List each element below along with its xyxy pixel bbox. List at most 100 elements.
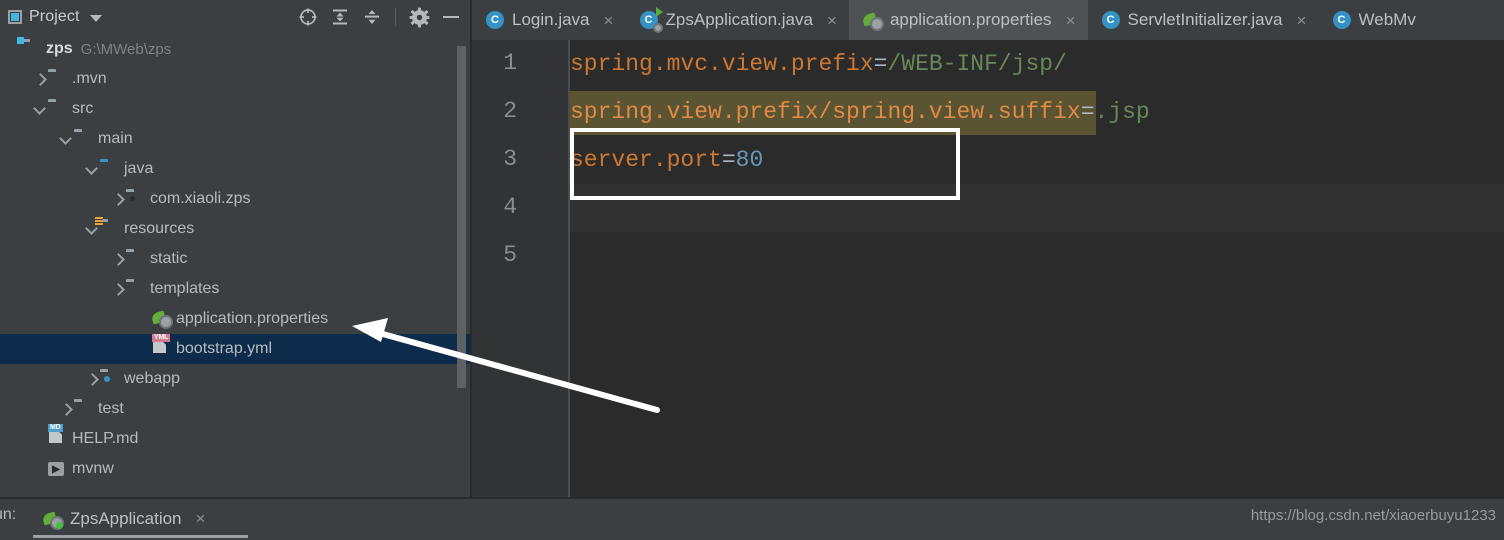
- property-separator: =: [873, 51, 888, 77]
- property-key: spring.mvc.view.prefix: [570, 51, 874, 77]
- md-file-icon: MD: [48, 424, 63, 432]
- expand-all-icon[interactable]: [327, 4, 353, 30]
- tree-row[interactable]: ▶ mvnw: [0, 454, 470, 484]
- project-tool-window: Project zps G:\MWeb\zps .mvn src main ja…: [0, 0, 470, 497]
- close-icon[interactable]: ×: [825, 12, 839, 29]
- run-tab-label: ZpsApplication: [70, 509, 182, 528]
- spring-run-icon: [43, 512, 64, 530]
- tree-row[interactable]: src: [0, 94, 470, 124]
- tree-row[interactable]: .mvn: [0, 64, 470, 94]
- code-line[interactable]: [570, 232, 1504, 280]
- locate-icon[interactable]: [295, 4, 321, 30]
- editor-tab-label: application.properties: [889, 10, 1052, 29]
- chevron-right-icon[interactable]: [58, 394, 74, 424]
- project-toolbar: [295, 0, 464, 34]
- close-icon[interactable]: ×: [1064, 12, 1078, 29]
- chevron-right-icon[interactable]: [84, 364, 100, 394]
- gear-icon[interactable]: [406, 4, 432, 30]
- close-icon[interactable]: ×: [602, 12, 616, 29]
- tree-row-label: java: [124, 160, 154, 177]
- java-class-icon: C: [1332, 11, 1351, 29]
- line-number: 4: [503, 194, 517, 220]
- chevron-right-icon[interactable]: [110, 244, 126, 274]
- project-tab[interactable]: Project: [0, 8, 102, 26]
- tree-row-label: HELP.md: [72, 430, 139, 447]
- code-line[interactable]: [570, 184, 1504, 232]
- editor-tab-label: ServletInitializer.java: [1127, 10, 1283, 29]
- project-tool-window-header: Project: [0, 0, 470, 34]
- tree-row[interactable]: com.xiaoli.zps: [0, 184, 470, 214]
- minimize-icon[interactable]: [438, 4, 464, 30]
- close-icon[interactable]: ×: [1295, 12, 1309, 29]
- project-tree[interactable]: zps G:\MWeb\zps .mvn src main java com.xiaoli.…: [0, 34, 470, 497]
- code-line[interactable]: server.port = 80: [570, 136, 1504, 184]
- run-label: un:: [0, 506, 17, 523]
- line-number: 3: [503, 146, 517, 172]
- close-icon[interactable]: ×: [196, 509, 206, 529]
- editor-tab-label: WebMv: [1358, 10, 1416, 29]
- editor-code[interactable]: spring.mvc.view.prefix =/WEB-INF/jsp/spri…: [570, 40, 1504, 497]
- tree-row-label: .mvn: [72, 70, 107, 87]
- property-key: server.port: [570, 147, 722, 173]
- property-value: 80: [735, 147, 764, 173]
- tree-row[interactable]: MD HELP.md: [0, 424, 470, 454]
- toolbar-divider: [395, 8, 396, 26]
- code-line[interactable]: spring.mvc.view.prefix =/WEB-INF/jsp/: [570, 40, 1504, 88]
- chevron-right-icon[interactable]: [110, 274, 126, 304]
- editor-tab[interactable]: C ZpsApplication.java ×: [626, 0, 849, 40]
- run-configuration-tab[interactable]: ZpsApplication ×: [33, 501, 215, 537]
- tree-row-label: mvnw: [72, 460, 114, 477]
- project-tree-scrollbar[interactable]: [457, 46, 466, 388]
- editor-tab-bar: C Login.java × C ZpsApplication.java × applica…: [472, 0, 1504, 40]
- java-class-icon: C: [1101, 11, 1120, 29]
- watermark-text: https://blog.csdn.net/xiaoerbuyu1233: [1250, 507, 1496, 524]
- chevron-down-icon[interactable]: [84, 154, 100, 184]
- line-number: 2: [503, 98, 517, 124]
- chevron-right-icon[interactable]: [110, 184, 126, 214]
- tree-row[interactable]: templates: [0, 274, 470, 304]
- chevron-down-icon[interactable]: [32, 94, 48, 124]
- folder-icon: [126, 280, 144, 298]
- chevron-right-icon[interactable]: [32, 64, 48, 94]
- java-runnable-class-icon: C: [639, 7, 663, 33]
- editor-tab[interactable]: C Login.java ×: [472, 0, 626, 40]
- folder-icon: [48, 70, 66, 88]
- tree-row[interactable]: application.properties: [0, 304, 470, 334]
- yml-file-icon: YML: [152, 334, 171, 342]
- chevron-down-icon[interactable]: [58, 124, 74, 154]
- tree-row-label: src: [72, 100, 94, 117]
- folder-icon: [48, 100, 66, 118]
- tree-row-label: static: [150, 250, 188, 267]
- tree-row[interactable]: test: [0, 394, 470, 424]
- editor-tab-label: ZpsApplication.java: [665, 10, 813, 29]
- tree-row-label: webapp: [124, 370, 181, 387]
- collapse-all-icon[interactable]: [359, 4, 385, 30]
- terminal-script-icon: ▶: [48, 460, 66, 478]
- tree-row[interactable]: YML bootstrap.yml: [0, 334, 470, 364]
- line-number: 5: [503, 242, 517, 268]
- tree-row[interactable]: resources: [0, 214, 470, 244]
- editor-gutter[interactable]: 1 2 3 4 5: [472, 40, 569, 497]
- tree-row[interactable]: zps G:\MWeb\zps: [0, 34, 470, 64]
- tree-row[interactable]: java: [0, 154, 470, 184]
- folder-icon: [74, 400, 92, 418]
- editor-area: C Login.java × C ZpsApplication.java × applica…: [472, 0, 1504, 497]
- tree-row[interactable]: main: [0, 124, 470, 154]
- run-tab-underline: [33, 535, 248, 538]
- tree-row-label: resources: [124, 220, 195, 237]
- code-line[interactable]: spring.view.prefix/spring.view.suffix = .j…: [570, 88, 1504, 136]
- folder-icon: [126, 250, 144, 268]
- editor-tab[interactable]: C ServletInitializer.java ×: [1088, 0, 1319, 40]
- chevron-down-icon[interactable]: [89, 14, 102, 22]
- editor-tab[interactable]: C WebMv: [1319, 0, 1426, 40]
- editor-tab[interactable]: application.properties ×: [848, 0, 1088, 40]
- project-tab-label: Project: [29, 8, 80, 25]
- tree-row-label: main: [98, 130, 133, 147]
- tree-row[interactable]: webapp: [0, 364, 470, 394]
- property-key: spring.view.prefix/spring.view.suffix: [570, 99, 1081, 125]
- tree-row-label: templates: [150, 280, 220, 297]
- tree-row[interactable]: static: [0, 244, 470, 274]
